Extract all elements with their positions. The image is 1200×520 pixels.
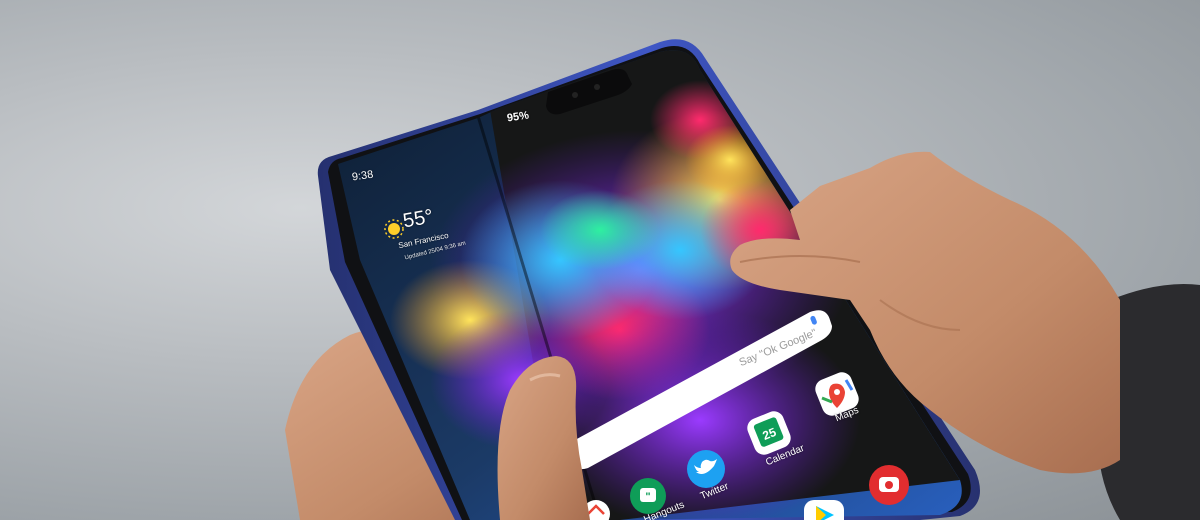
svg-text:": "	[645, 491, 650, 503]
photo-scene: 25 " 9:38 95% 55° San Francisco Updated …	[0, 0, 1200, 520]
phone-photo-illustration: 25 "	[285, 39, 1200, 520]
play-store-icon[interactable]	[804, 500, 844, 520]
front-camera-2	[594, 84, 600, 90]
camera-icon[interactable]	[869, 465, 909, 505]
weather-temperature[interactable]: 55°	[401, 206, 435, 233]
front-camera	[572, 92, 578, 98]
